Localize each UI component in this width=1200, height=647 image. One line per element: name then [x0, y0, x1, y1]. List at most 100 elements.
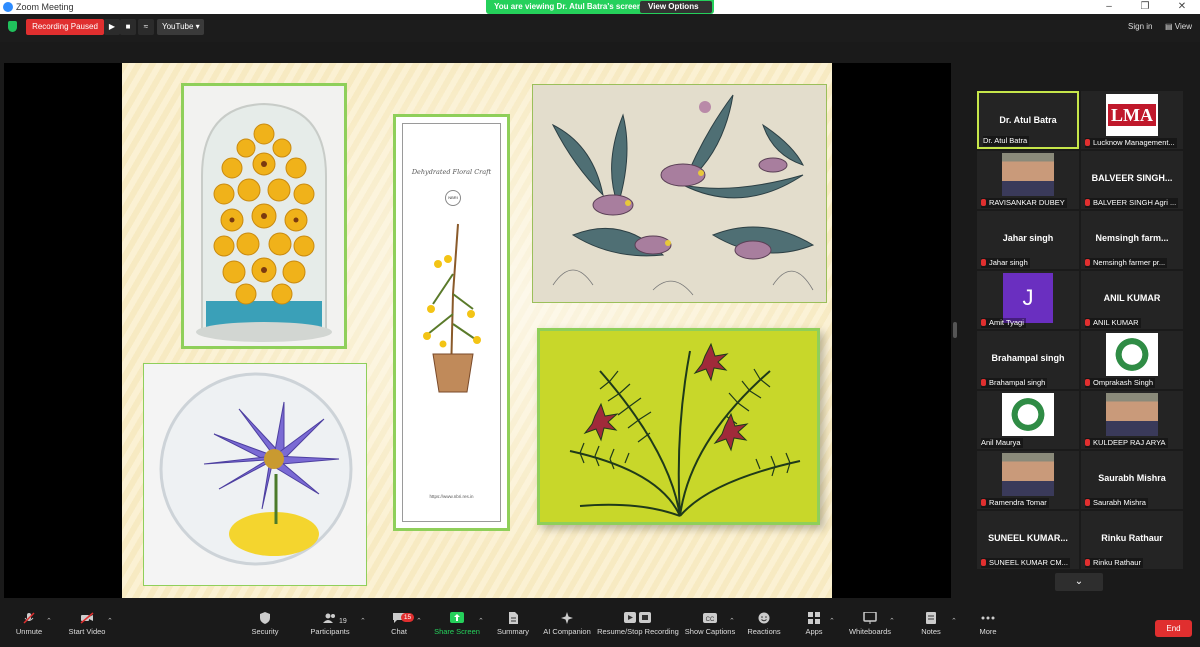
unmute-button[interactable]: Unmute — [10, 612, 48, 645]
share-screen-icon — [450, 612, 464, 623]
participant-caption-name: SUNEEL KUMAR CM... — [989, 558, 1068, 567]
floral-bookmark-image: Dehydrated Floral Craft NBRI https://www… — [393, 114, 510, 531]
microphone-muted-icon — [981, 199, 986, 206]
participant-tile[interactable]: LMA Lucknow Management... — [1081, 91, 1183, 149]
participant-initial-avatar: J — [1003, 273, 1053, 323]
view-options-button[interactable]: View Options ˇ — [640, 1, 712, 23]
participant-display-name: Saurabh Mishra — [1098, 473, 1166, 483]
minimize-button[interactable]: – — [1091, 0, 1127, 14]
resume-recording-button[interactable]: ▶ — [104, 19, 120, 35]
chat-options-caret[interactable]: ⌃ — [416, 617, 422, 625]
participant-caption: Nemsingh farmer pr... — [1085, 258, 1168, 268]
view-menu-button[interactable]: ▤ View — [1165, 22, 1192, 31]
share-screen-label: Share Screen — [434, 627, 480, 636]
whiteboards-button[interactable]: Whiteboards — [846, 612, 894, 645]
reactions-button[interactable]: Reactions — [746, 612, 782, 645]
chat-label: Chat — [391, 627, 407, 636]
microphone-muted-icon — [1085, 199, 1090, 206]
participant-caption: BALVEER SINGH Agri ... — [1085, 198, 1179, 208]
microphone-muted-icon — [981, 259, 986, 266]
participant-tile[interactable]: Saurabh Mishra Saurabh Mishra — [1081, 451, 1183, 509]
security-shield-icon[interactable] — [8, 21, 17, 32]
participant-caption: Brahampal singh — [981, 378, 1048, 388]
participant-tile[interactable]: Nemsingh farm... Nemsingh farmer pr... — [1081, 211, 1183, 269]
more-dots-icon — [981, 616, 995, 620]
summary-button[interactable]: Summary — [495, 612, 531, 645]
end-meeting-button[interactable]: End — [1155, 620, 1192, 637]
summary-doc-icon — [509, 612, 518, 624]
participant-display-name: Nemsingh farm... — [1095, 233, 1169, 243]
svg-text:CC: CC — [706, 617, 715, 623]
apps-options-caret[interactable]: ⌃ — [829, 617, 835, 625]
participant-tile[interactable]: Ramendra Tomar — [977, 451, 1079, 509]
bookmark-logo: NBRI — [445, 190, 461, 206]
participant-tile[interactable]: KULDEEP RAJ ARYA — [1081, 391, 1183, 449]
recording-status-badge[interactable]: Recording Paused — [26, 19, 104, 35]
participant-caption-name: Amit Tyagi — [989, 318, 1024, 327]
participant-caption: KULDEEP RAJ ARYA — [1085, 438, 1168, 448]
microphone-muted-icon — [23, 612, 35, 624]
participant-caption: Anil Maurya — [981, 438, 1023, 448]
participants-button[interactable]: Participants — [306, 612, 354, 645]
participant-caption: Dr. Atul Batra — [983, 136, 1030, 146]
youtube-label: YouTube — [162, 22, 194, 31]
participant-tile[interactable]: Brahampal singh Brahampal singh — [977, 331, 1079, 389]
closed-captions-icon: CC — [703, 613, 717, 623]
participant-display-name: ANIL KUMAR — [1103, 293, 1161, 303]
whiteboards-options-caret[interactable]: ⌃ — [889, 617, 895, 625]
organization-logo — [1106, 333, 1158, 376]
more-button[interactable]: More — [975, 612, 1001, 645]
broadcast-icon: ≈ — [143, 22, 149, 31]
participant-tile[interactable]: ANIL KUMAR ANIL KUMAR — [1081, 271, 1183, 329]
microphone-muted-icon — [1085, 259, 1090, 266]
captions-options-caret[interactable]: ⌃ — [729, 617, 735, 625]
participant-tile[interactable]: Anil Maurya — [977, 391, 1079, 449]
gallery-next-page-button[interactable]: ⌄ — [1055, 573, 1103, 591]
viewing-screen-banner: You are viewing Dr. Atul Batra's screen … — [486, 0, 714, 23]
ai-companion-button[interactable]: AI Companion — [541, 612, 593, 645]
participants-options-caret[interactable]: ⌃ — [360, 617, 366, 625]
share-options-caret[interactable]: ⌃ — [478, 617, 484, 625]
microphone-muted-icon — [981, 379, 986, 386]
sign-in-link[interactable]: Sign in — [1128, 22, 1152, 31]
resume-stop-recording-button[interactable]: Resume/Stop Recording — [597, 612, 679, 645]
participant-tile[interactable]: SUNEEL KUMAR... SUNEEL KUMAR CM... — [977, 511, 1079, 569]
audio-options-caret[interactable]: ⌃ — [46, 617, 52, 625]
panel-resize-handle[interactable] — [953, 322, 957, 338]
participant-tile[interactable]: J Amit Tyagi — [977, 271, 1079, 329]
participant-tile[interactable]: BALVEER SINGH... BALVEER SINGH Agri ... — [1081, 151, 1183, 209]
close-window-button[interactable]: ✕ — [1164, 0, 1200, 14]
microphone-muted-icon — [1085, 439, 1090, 446]
purple-flower-dome-svg — [144, 364, 366, 585]
participant-caption: Saurabh Mishra — [1085, 498, 1148, 508]
participant-photo — [1106, 393, 1158, 436]
participant-tile[interactable]: Rinku Rathaur Rinku Rathaur — [1081, 511, 1183, 569]
participant-display-name: SUNEEL KUMAR... — [988, 533, 1068, 543]
chat-unread-badge: 15 — [401, 613, 414, 622]
more-label: More — [979, 627, 997, 636]
share-screen-button[interactable]: Share Screen — [433, 612, 481, 645]
recording-controls-icon — [624, 612, 651, 623]
livestream-button[interactable]: ≈ — [138, 19, 154, 35]
participant-caption: Rinku Rathaur — [1085, 558, 1143, 568]
notes-button[interactable]: Notes — [917, 612, 945, 645]
apps-grid-icon — [808, 612, 820, 624]
zoom-app-icon — [3, 2, 13, 12]
video-options-caret[interactable]: ⌃ — [107, 617, 113, 625]
security-button[interactable]: Security — [247, 612, 283, 645]
maximize-button[interactable]: ❐ — [1127, 0, 1163, 14]
start-video-button[interactable]: Start Video — [64, 612, 110, 645]
participant-tile[interactable]: Dr. Atul Batra Dr. Atul Batra — [977, 91, 1079, 149]
stop-recording-button[interactable]: ■ — [120, 19, 136, 35]
participant-tile[interactable]: Jahar singh Jahar singh — [977, 211, 1079, 269]
participant-tile[interactable]: RAVISANKAR DUBEY — [977, 151, 1079, 209]
apps-button[interactable]: Apps — [802, 612, 826, 645]
resume-stop-recording-label: Resume/Stop Recording — [597, 627, 679, 636]
microphone-muted-icon — [1085, 559, 1090, 566]
notes-options-caret[interactable]: ⌃ — [951, 617, 957, 625]
yellow-flower-dome-svg — [184, 86, 344, 346]
participant-tile[interactable]: Omprakash Singh — [1081, 331, 1183, 389]
whiteboard-icon — [863, 612, 877, 624]
participant-caption: Omprakash Singh — [1085, 378, 1156, 388]
youtube-stream-dropdown[interactable]: YouTube ▾ — [157, 19, 204, 35]
